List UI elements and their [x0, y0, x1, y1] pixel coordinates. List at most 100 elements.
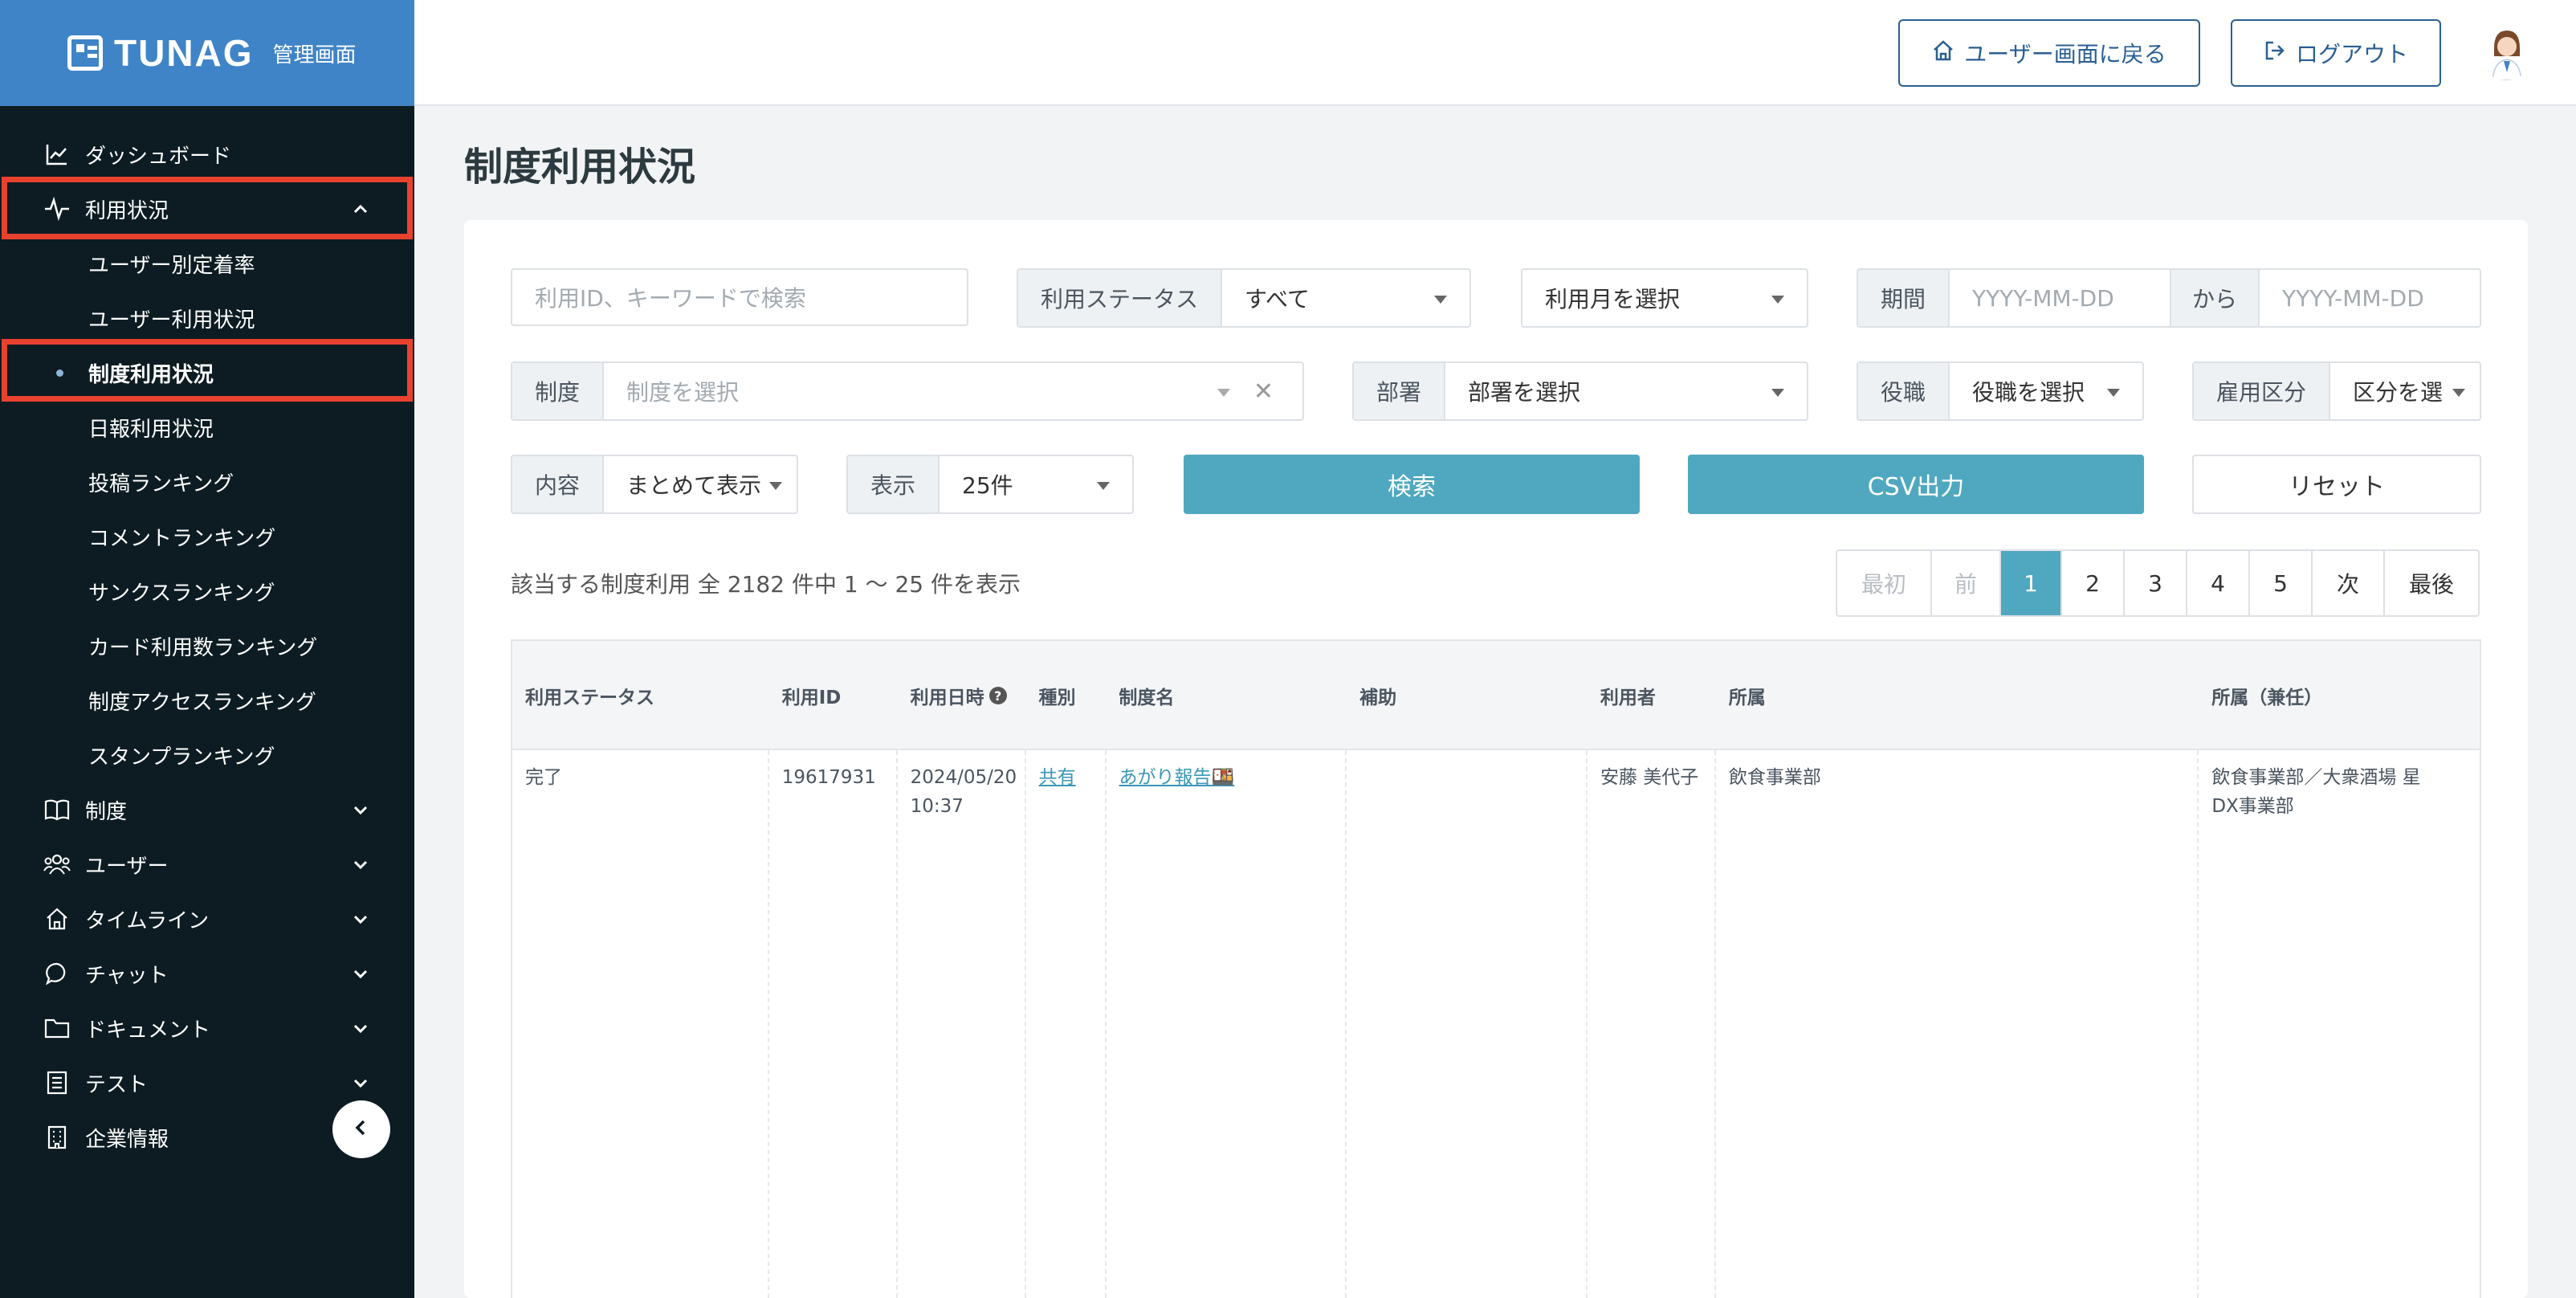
sidebar-item-label: チャット [85, 963, 169, 988]
book-icon [43, 796, 71, 823]
chevron-down-icon[interactable] [352, 1073, 369, 1097]
sidebar-item-label: ユーザー別定着率 [88, 253, 255, 278]
sidebar-item-users[interactable]: ユーザー [0, 837, 414, 892]
page-next-button[interactable]: 次 [2313, 551, 2385, 615]
sidebar-item-label: 企業情報 [85, 1127, 169, 1152]
period-to-input[interactable]: YYYY-MM-DD [2260, 270, 2480, 326]
logout-button[interactable]: ログアウト [2231, 19, 2441, 87]
chevron-down-icon[interactable] [352, 1018, 369, 1043]
status-select[interactable]: 利用ステータス すべて [1017, 268, 1471, 328]
brand-bar[interactable]: TUNAG 管理画面 [0, 0, 414, 106]
clear-icon[interactable]: ✕ [1253, 378, 1274, 406]
system-name-link[interactable]: あがり報告🍱 [1119, 767, 1235, 788]
home-icon [1932, 39, 1954, 67]
sidebar-subitem-comment-ranking[interactable]: コメントランキング [0, 509, 414, 564]
cell-user: 安藤 美代子 [1588, 750, 1716, 1298]
page-title: 制度利用状況 [464, 145, 696, 190]
chevron-down-icon[interactable] [352, 964, 369, 988]
page-2-button[interactable]: 2 [2062, 551, 2125, 615]
chat-icon [43, 960, 71, 987]
top-header: ユーザー画面に戻る ログアウト [414, 0, 2576, 106]
sidebar-item-chat[interactable]: チャット [0, 946, 414, 1001]
page-first-button[interactable]: 最初 [1837, 551, 1932, 615]
csv-export-button[interactable]: CSV出力 [1688, 455, 2144, 514]
content-select[interactable]: 内容 まとめて表示 [511, 455, 798, 514]
avatar[interactable] [2478, 24, 2534, 80]
sidebar-item-label: サンクスランキング [88, 581, 275, 606]
page-5-button[interactable]: 5 [2250, 551, 2313, 615]
system-value-wrap: 制度を選択 ✕ [604, 363, 1302, 419]
sidebar-subitem-daily-report[interactable]: 日報利用状況 [0, 400, 414, 455]
page-3-button[interactable]: 3 [2125, 551, 2187, 615]
chevron-down-icon[interactable] [352, 800, 369, 824]
sidebar-item-label: テスト [85, 1072, 149, 1097]
column-header-type: 種別 [1038, 688, 1076, 708]
sidebar-item-label: ユーザー [85, 854, 169, 879]
employment-select[interactable]: 雇用区分 区分を選 [2192, 361, 2481, 421]
column-header-affiliation: 所属 [1728, 688, 1766, 708]
keyword-search-input[interactable]: 利用ID、キーワードで検索 [511, 268, 968, 326]
cell-status: 完了 [512, 750, 769, 1298]
page-4-button[interactable]: 4 [2187, 551, 2250, 615]
sidebar-subitem-thanks-ranking[interactable]: サンクスランキング [0, 564, 414, 618]
sidebar-subitem-stamp-ranking[interactable]: スタンプランキング [0, 728, 414, 782]
sidebar-item-documents[interactable]: ドキュメント [0, 1001, 414, 1055]
content-label: 内容 [512, 456, 605, 512]
sidebar-subitem-card-ranking[interactable]: カード利用数ランキング [0, 618, 414, 673]
sidebar-item-system[interactable]: 制度 [0, 782, 414, 837]
chevron-left-icon [352, 1118, 371, 1141]
collapse-sidebar-button[interactable] [332, 1100, 390, 1158]
brand-subtitle: 管理画面 [272, 43, 357, 67]
sidebar-item-label: ダッシュボード [85, 144, 232, 169]
reset-button[interactable]: リセット [2192, 455, 2481, 514]
sidebar-item-label: 投稿ランキング [88, 471, 234, 496]
type-link[interactable]: 共有 [1039, 767, 1076, 788]
period-from-input[interactable]: YYYY-MM-DD [1950, 270, 2170, 326]
home-icon [43, 905, 71, 933]
back-to-user-label: ユーザー画面に戻る [1964, 41, 2166, 67]
back-to-user-button[interactable]: ユーザー画面に戻る [1898, 19, 2200, 87]
sidebar-item-label: タイムライン [85, 908, 210, 933]
sidebar-subitem-user-retention[interactable]: ユーザー別定着率 [0, 236, 414, 291]
caret-down-icon [2452, 389, 2465, 397]
logo-icon [67, 35, 103, 71]
display-count-select[interactable]: 表示 25件 [846, 455, 1134, 514]
sidebar-subitem-user-usage[interactable]: ユーザー利用状況 [0, 291, 414, 345]
position-placeholder: 役職を選択 [1972, 379, 2085, 406]
sidebar-subitem-access-ranking[interactable]: 制度アクセスランキング [0, 673, 414, 728]
page-1-button[interactable]: 1 [2001, 551, 2062, 615]
chevron-down-icon[interactable] [352, 909, 369, 933]
help-icon[interactable]: ? [988, 687, 1007, 704]
position-label: 役職 [1858, 363, 1950, 419]
highlight-frame-system-usage [2, 339, 413, 402]
system-label: 制度 [512, 363, 605, 419]
cell-datetime: 2024/05/20 10:37 [898, 750, 1026, 1298]
sidebar-item-label: 日報利用状況 [88, 417, 214, 442]
sidebar-item-label: カード利用数ランキング [88, 635, 318, 660]
caret-down-icon [1434, 296, 1447, 304]
content-value: まとめて表示 [626, 472, 762, 499]
employment-value-wrap: 区分を選 [2330, 363, 2480, 419]
caret-down-icon [1771, 296, 1784, 304]
column-header-affiliation-concurrent: 所属（兼任） [2211, 688, 2323, 708]
search-button[interactable]: 検索 [1184, 455, 1640, 514]
page-last-button[interactable]: 最後 [2385, 551, 2478, 615]
column-header-datetime: 利用日時 ? [898, 641, 1026, 750]
department-select[interactable]: 部署 部署を選択 [1352, 361, 1808, 421]
pagination: 最初 前 1 2 3 4 5 次 最後 [1836, 549, 2480, 617]
status-value-wrap: すべて [1222, 270, 1469, 326]
system-select[interactable]: 制度 制度を選択 ✕ [511, 361, 1304, 421]
chevron-down-icon[interactable] [352, 855, 369, 879]
page-prev-button[interactable]: 前 [1932, 551, 2001, 615]
sidebar-item-label: ユーザー利用状況 [88, 308, 255, 333]
cell-assist [1347, 750, 1588, 1298]
period-label: 期間 [1858, 270, 1950, 326]
sidebar-item-dashboard[interactable]: ダッシュボード [0, 127, 414, 182]
users-icon [43, 851, 71, 878]
sidebar-item-timeline[interactable]: タイムライン [0, 892, 414, 946]
caret-down-icon [769, 482, 782, 490]
sidebar-subitem-post-ranking[interactable]: 投稿ランキング [0, 455, 414, 509]
month-select[interactable]: 利用月を選択 [1521, 268, 1808, 328]
department-placeholder: 部署を選択 [1468, 379, 1581, 406]
position-select[interactable]: 役職 役職を選択 [1857, 361, 2144, 421]
